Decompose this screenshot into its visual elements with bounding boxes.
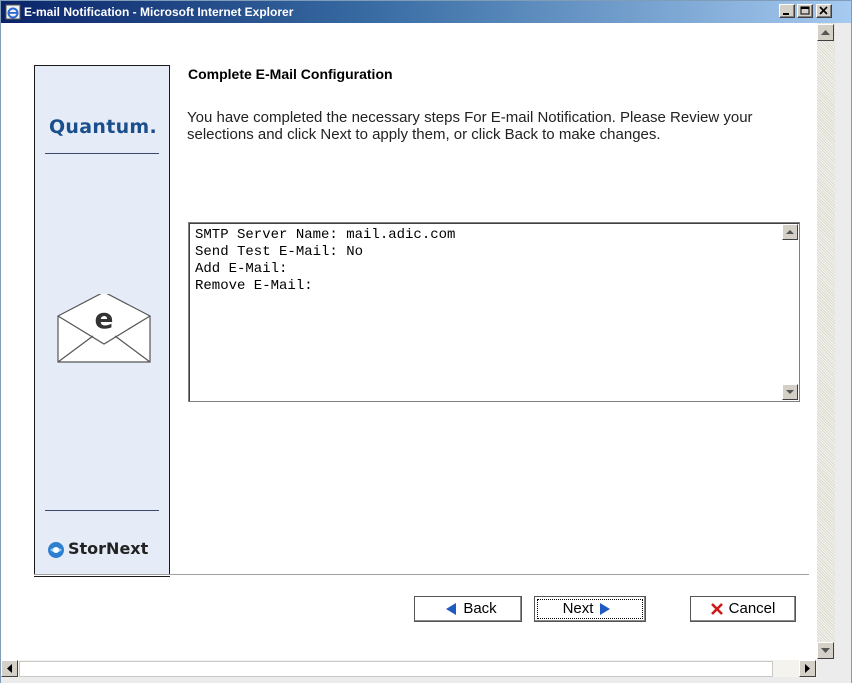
summary-textarea[interactable]: SMTP Server Name: mail.adic.com Send Test…: [188, 222, 800, 402]
scroll-up-button[interactable]: [782, 224, 798, 240]
summary-line: SMTP Server Name: mail.adic.com: [195, 227, 456, 243]
page-vertical-scrollbar[interactable]: [817, 23, 835, 659]
close-button[interactable]: [816, 4, 832, 18]
back-button[interactable]: Back: [414, 596, 522, 622]
page-scroll-down-button[interactable]: [817, 642, 834, 659]
scroll-down-button[interactable]: [782, 384, 798, 400]
page-scroll-up-button[interactable]: [817, 24, 834, 41]
arrow-left-icon: [7, 664, 12, 673]
arrow-up-icon: [786, 230, 794, 234]
title-bar[interactable]: E-mail Notification - Microsoft Internet…: [1, 1, 851, 23]
back-button-label: Back: [463, 600, 497, 617]
summary-line: Send Test E-Mail: No: [195, 244, 364, 260]
browser-window: E-mail Notification - Microsoft Internet…: [0, 0, 852, 683]
close-icon: [819, 6, 828, 15]
cancel-button[interactable]: Cancel: [690, 596, 796, 622]
envelope-letter: e: [95, 302, 114, 335]
cancel-button-label: Cancel: [728, 600, 776, 617]
summary-line: Add E-Mail:: [195, 261, 288, 277]
minimize-button[interactable]: [779, 4, 795, 18]
quantum-logo: Quantum.: [48, 116, 158, 138]
client-area: Quantum. e StorNext Complete E-Mail Conf…: [1, 23, 851, 683]
arrow-left-icon: [446, 603, 457, 616]
next-button[interactable]: Next: [534, 596, 646, 622]
page-horizontal-scrollbar[interactable]: [1, 659, 817, 677]
stornext-logo: StorNext: [43, 538, 167, 562]
page-title: Complete E-Mail Configuration: [188, 66, 393, 82]
arrow-right-icon: [600, 603, 611, 616]
branding-panel: Quantum. e StorNext: [34, 65, 170, 577]
internet-explorer-icon: [5, 4, 21, 20]
globe-icon: [48, 542, 64, 558]
arrow-down-icon: [786, 390, 794, 394]
instructions-text: You have completed the necessary steps F…: [187, 109, 753, 143]
arrow-up-icon: [821, 30, 830, 35]
separator-line: [34, 574, 809, 576]
window-title: E-mail Notification - Microsoft Internet…: [24, 5, 294, 19]
summary-text: SMTP Server Name: mail.adic.com Send Test…: [195, 227, 455, 295]
email-envelope-icon: e: [57, 294, 151, 363]
summary-scrollbar[interactable]: [782, 224, 798, 400]
divider: [45, 510, 159, 511]
horizontal-scroll-thumb[interactable]: [19, 661, 773, 677]
dialog-content: Quantum. e StorNext Complete E-Mail Conf…: [1, 23, 817, 659]
cancel-x-icon: [710, 603, 723, 615]
minimize-icon: [783, 13, 789, 15]
next-button-label: Next: [562, 600, 594, 617]
summary-line: Remove E-Mail:: [195, 278, 313, 294]
maximize-button[interactable]: [797, 4, 813, 18]
divider: [45, 153, 159, 154]
arrow-down-icon: [821, 648, 830, 653]
page-scroll-left-button[interactable]: [1, 660, 18, 677]
page-scroll-right-button[interactable]: [799, 660, 816, 677]
maximize-icon: [800, 6, 810, 15]
arrow-right-icon: [805, 664, 810, 673]
stornext-logo-text: StorNext: [68, 539, 149, 558]
